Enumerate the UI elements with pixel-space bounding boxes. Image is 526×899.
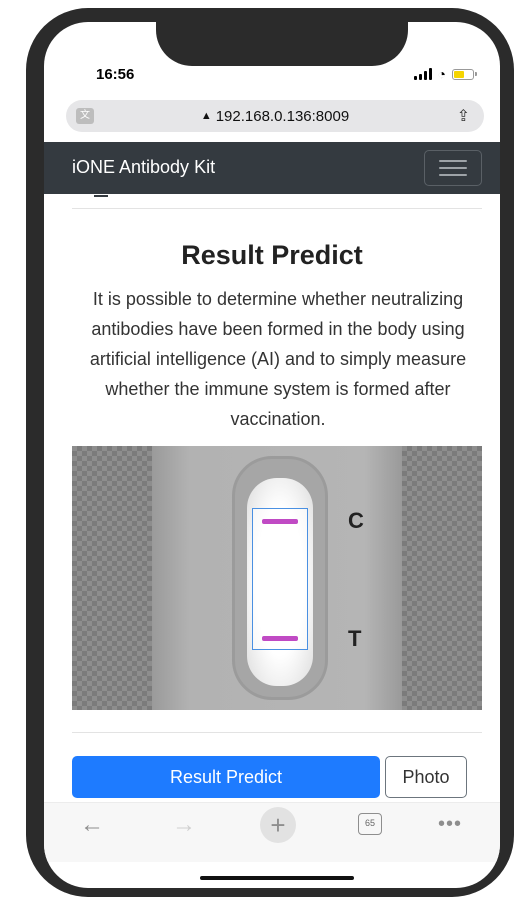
- test-line: [262, 636, 298, 641]
- status-icons: ◔: [413, 66, 477, 82]
- hamburger-icon-line: [439, 174, 467, 176]
- notch: [156, 22, 408, 66]
- translate-icon[interactable]: 文: [76, 108, 94, 124]
- forward-arrow-icon[interactable]: →: [172, 811, 196, 839]
- menu-toggle-button[interactable]: [424, 150, 482, 186]
- signal-icon: [413, 68, 432, 80]
- battery-icon: [452, 68, 477, 80]
- new-tab-plus-icon[interactable]: +: [260, 807, 296, 843]
- home-indicator: [200, 876, 354, 880]
- result-predict-button[interactable]: Result Predict: [72, 756, 380, 798]
- back-arrow-icon[interactable]: ←: [80, 811, 104, 839]
- address-bar[interactable]: 文 ▲ 192.168.0.136:8009 ⇪: [66, 100, 484, 132]
- tabs-count-icon[interactable]: 65: [358, 813, 382, 835]
- dash-mark: [94, 195, 108, 197]
- description-text: It is possible to determine whether neut…: [89, 289, 467, 429]
- phone-screen: 16:56 ◔ 文 ▲ 192.168.0.136:8009 ⇪ iONE An…: [44, 22, 500, 888]
- divider: [72, 208, 482, 209]
- wifi-icon: ◔: [437, 66, 446, 82]
- browser-toolbar: ← → + 65 •••: [44, 802, 500, 862]
- page-title: Result Predict: [181, 240, 363, 270]
- control-line: [262, 519, 298, 524]
- warning-icon: ▲: [200, 110, 212, 122]
- test-cassette: C T: [152, 446, 402, 710]
- navbar-brand[interactable]: iONE Antibody Kit: [72, 157, 215, 178]
- test-label: T: [348, 626, 362, 651]
- url-text[interactable]: 192.168.0.136:8009: [216, 108, 349, 125]
- hamburger-icon-line: [439, 160, 467, 162]
- share-icon[interactable]: ⇪: [457, 106, 470, 126]
- divider: [72, 732, 482, 733]
- navbar: iONE Antibody Kit: [44, 142, 500, 194]
- hamburger-icon-line: [439, 167, 467, 169]
- test-kit-image: C T: [72, 446, 482, 710]
- more-dots-icon[interactable]: •••: [438, 813, 462, 836]
- control-label: C: [348, 508, 364, 533]
- detection-box: [252, 508, 308, 650]
- status-time: 16:56: [96, 66, 135, 83]
- photo-button[interactable]: Photo: [385, 756, 467, 798]
